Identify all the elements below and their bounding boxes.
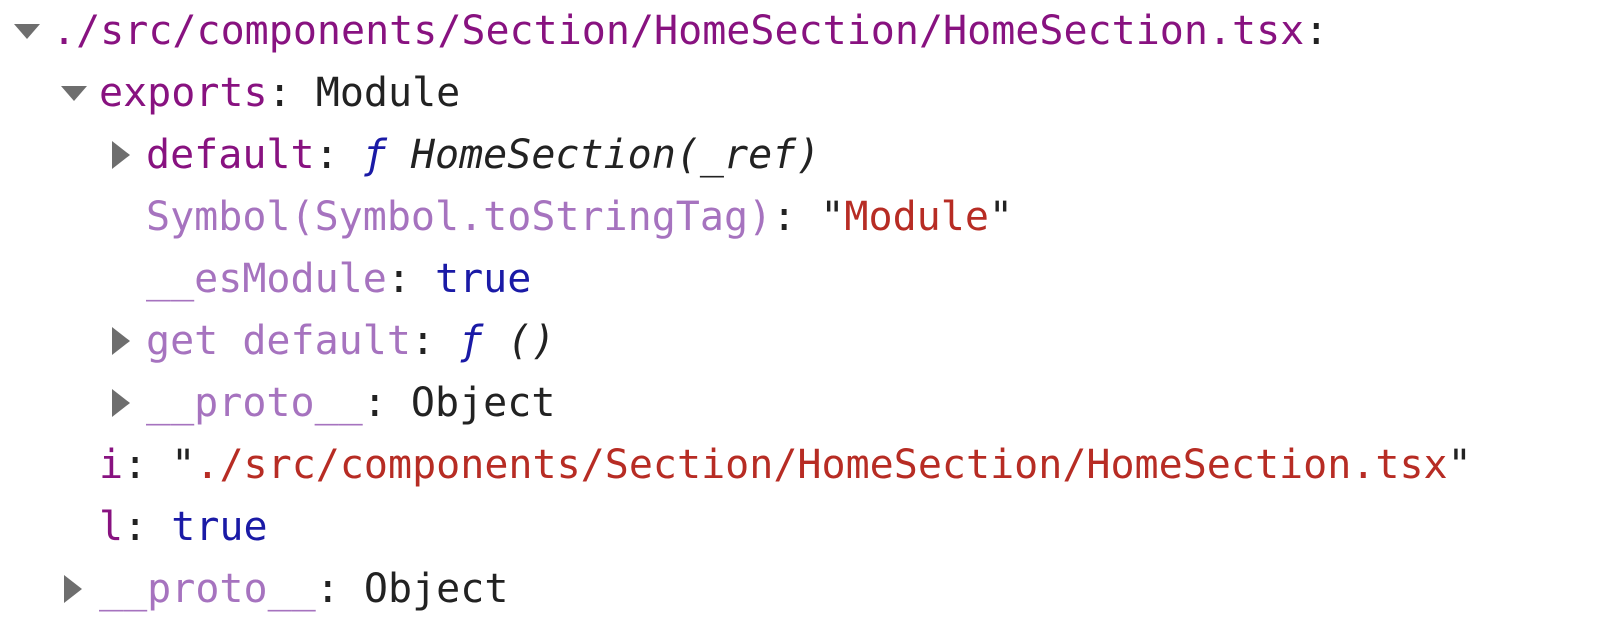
tree-row-proto-inner[interactable]: __proto__: Object [0,372,1616,434]
triangle-right-icon[interactable] [64,575,82,603]
row-content: l: true [99,496,268,558]
row-content: __esModule: true [146,248,531,310]
row-content: __proto__: Object [99,558,508,620]
object-inspector-tree: ./src/components/Section/HomeSection/Hom… [0,0,1616,620]
tree-row-i[interactable]: i: "./src/components/Section/HomeSection… [0,434,1616,496]
row-content: __proto__: Object [146,372,555,434]
row-content: ./src/components/Section/HomeSection/Hom… [52,0,1328,62]
property-value: Object [363,566,509,612]
tree-row-l[interactable]: l: true [0,496,1616,558]
triangle-down-icon[interactable] [14,24,40,39]
separator: : [123,442,172,488]
separator: : [362,380,411,426]
tree-row-default[interactable]: default: ƒ HomeSection(_ref) [0,124,1616,186]
triangle-right-icon[interactable] [112,327,130,355]
string-value: ./src/components/Section/HomeSection/Hom… [195,442,1448,488]
property-value: Object [410,380,556,426]
tree-row-get-default[interactable]: get default: ƒ () [0,310,1616,372]
row-content: default: ƒ HomeSection(_ref) [146,124,820,186]
boolean-value: true [171,504,268,550]
property-key: l [99,504,124,550]
property-key: exports [99,70,268,116]
row-content: get default: ƒ () [146,310,555,372]
property-key: __esModule [146,256,387,302]
separator: : [410,318,460,364]
property-key: Symbol(Symbol.toStringTag) [146,194,773,240]
separator: : [123,504,172,550]
row-content: Symbol(Symbol.toStringTag): "Module" [146,186,1013,248]
tree-row-root[interactable]: ./src/components/Section/HomeSection/Hom… [0,0,1616,62]
separator: : [772,194,821,240]
property-key: default [146,132,315,178]
tree-row-es-module[interactable]: __esModule: true [0,248,1616,310]
row-content: exports: Module [99,62,460,124]
property-value: Module [315,70,461,116]
property-key: i [99,442,124,488]
separator: : [1304,8,1329,54]
boolean-value: true [435,256,532,302]
function-glyph: ƒ [459,318,484,364]
function-signature: HomeSection(_ref) [386,132,821,178]
tree-row-proto-outer[interactable]: __proto__: Object [0,558,1616,620]
tree-row-exports[interactable]: exports: Module [0,62,1616,124]
separator: : [314,132,363,178]
row-content: i: "./src/components/Section/HomeSection… [99,434,1472,496]
tree-row-to-string-tag[interactable]: Symbol(Symbol.toStringTag): "Module" [0,186,1616,248]
property-key: ./src/components/Section/HomeSection/Hom… [52,8,1305,54]
quote-open: " [820,194,845,240]
function-signature: () [483,318,556,364]
triangle-right-icon[interactable] [112,389,130,417]
property-key: get default [146,318,411,364]
property-key: __proto__ [99,566,316,612]
quote-open: " [171,442,196,488]
property-key: __proto__ [146,380,363,426]
triangle-down-icon[interactable] [61,86,87,101]
separator: : [267,70,316,116]
separator: : [386,256,435,302]
function-glyph: ƒ [362,132,387,178]
separator: : [315,566,364,612]
quote-close: " [1447,442,1472,488]
quote-close: " [988,194,1013,240]
triangle-right-icon[interactable] [112,141,130,169]
string-value: Module [844,194,989,240]
